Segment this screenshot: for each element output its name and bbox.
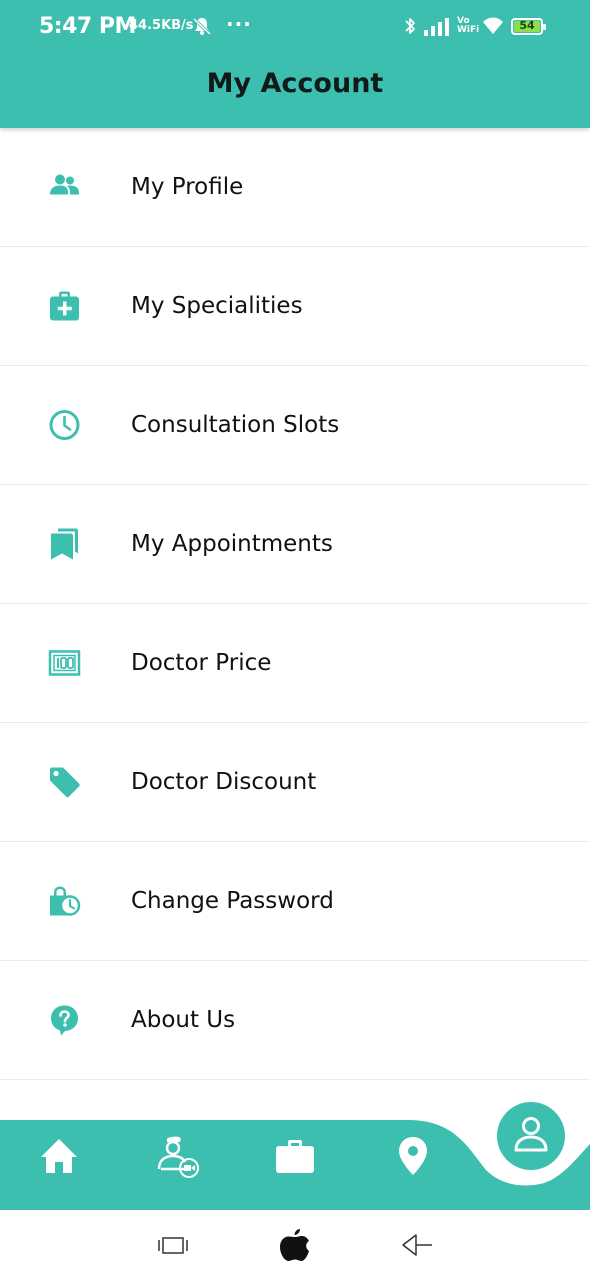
mute-icon — [192, 16, 212, 36]
menu-item-my-specialities[interactable]: My Specialities — [0, 247, 590, 366]
network-speed: 44.5KB/s — [129, 18, 194, 33]
bluetooth-icon — [403, 16, 417, 36]
menu-item-doctor-price[interactable]: Doctor Price — [0, 604, 590, 723]
menu-item-label: Consultation Slots — [131, 412, 340, 438]
profile-icon[interactable] — [497, 1102, 565, 1170]
home-icon[interactable] — [37, 1135, 81, 1179]
battery-level: 54 — [519, 19, 535, 32]
clock-icon — [48, 409, 81, 442]
page-title: My Account — [206, 68, 384, 99]
menu-item-label: My Specialities — [131, 293, 303, 319]
menu-item-label: Doctor Price — [131, 650, 272, 676]
menu-item-my-appointments[interactable]: My Appointments — [0, 485, 590, 604]
menu-item-doctor-discount[interactable]: Doctor Discount — [0, 723, 590, 842]
help-bubble-icon — [48, 1004, 81, 1037]
doctor-video-call-icon[interactable] — [155, 1135, 199, 1179]
system-navigation-bar — [0, 1210, 590, 1280]
lock-clock-icon — [48, 885, 81, 918]
app-header: 5:47 PM 44.5KB/s ··· Vo WiFi 54 My Accou… — [0, 0, 590, 128]
briefcase-icon[interactable] — [273, 1135, 317, 1179]
bookmarks-icon — [48, 528, 81, 561]
location-pin-icon[interactable] — [391, 1135, 435, 1179]
medical-bag-icon — [48, 290, 81, 323]
more-notifications-icon: ··· — [226, 12, 252, 36]
apple-logo-icon[interactable] — [278, 1227, 312, 1263]
menu-item-label: Doctor Discount — [131, 769, 317, 795]
recent-apps-icon[interactable] — [157, 1227, 189, 1263]
account-menu: My Profile My Specialities Consultation … — [0, 128, 590, 1199]
menu-item-about-us[interactable]: About Us — [0, 961, 590, 1080]
menu-item-label: My Profile — [131, 174, 244, 200]
vowifi-bottom: WiFi — [457, 25, 480, 35]
menu-item-my-profile[interactable]: My Profile — [0, 128, 590, 247]
signal-icon — [424, 18, 452, 36]
status-bar: 5:47 PM 44.5KB/s ··· Vo WiFi 54 — [0, 0, 590, 56]
tag-icon — [48, 766, 81, 799]
menu-item-consultation-slots[interactable]: Consultation Slots — [0, 366, 590, 485]
menu-item-label: My Appointments — [131, 531, 333, 557]
menu-item-change-password[interactable]: Change Password — [0, 842, 590, 961]
status-time: 5:47 PM — [39, 14, 136, 39]
people-icon — [48, 171, 81, 204]
back-icon[interactable] — [400, 1227, 434, 1263]
wifi-icon — [481, 16, 505, 36]
vowifi-indicator: Vo WiFi — [457, 17, 479, 35]
menu-item-label: About Us — [131, 1007, 236, 1033]
price-tag-100-icon — [48, 647, 81, 680]
bottom-navigation — [0, 1100, 590, 1210]
menu-item-label: Change Password — [131, 888, 334, 914]
battery-icon: 54 — [511, 18, 546, 35]
